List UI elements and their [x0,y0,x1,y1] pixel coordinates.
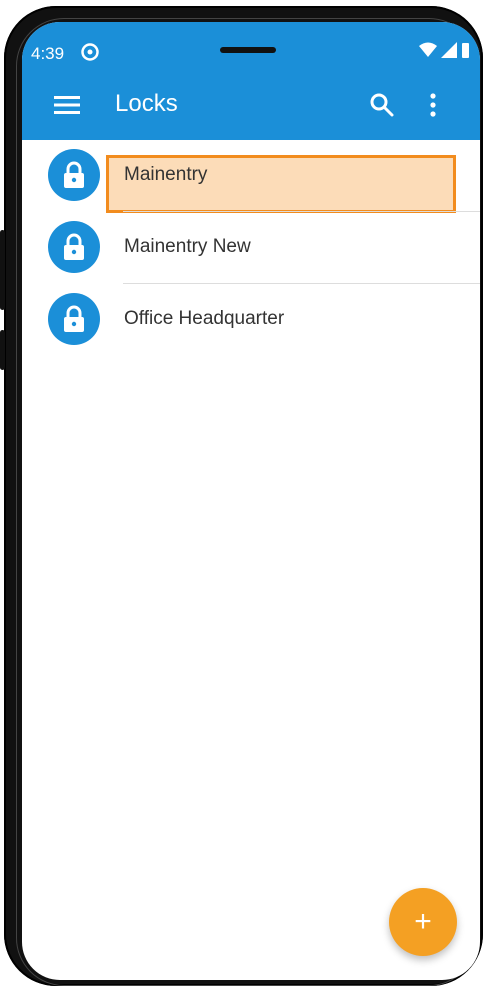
search-icon[interactable] [369,92,395,118]
status-bar: 4:39 [22,22,480,70]
lock-name: Mainentry New [124,236,251,257]
lock-name: Mainentry [124,164,208,185]
more-vert-icon[interactable] [426,92,440,118]
status-time: 4:39 [31,44,65,63]
add-lock-button[interactable]: + [389,888,457,956]
plus-icon: + [414,905,432,938]
signal-icon [441,42,457,58]
sync-icon [81,43,99,61]
lock-avatar [48,293,100,345]
lock-name: Office Headquarter [124,308,285,329]
lock-avatar [48,149,100,201]
wifi-icon [419,42,437,57]
lock-icon [64,233,84,260]
page-title: Locks [115,90,178,117]
lock-avatar [48,221,100,273]
lock-icon [64,305,84,332]
phone-side-button [0,330,5,370]
camera-notch [220,47,276,53]
menu-icon[interactable] [54,94,80,116]
app-bar: Locks [22,70,480,140]
list-item[interactable]: Mainentry [22,140,480,213]
phone-side-button [0,230,5,310]
battery-icon [462,43,469,58]
list-item[interactable]: Mainentry New [22,212,480,284]
status-icons [419,42,470,58]
lock-icon [64,161,84,188]
list-item[interactable]: Office Headquarter [22,284,480,356]
phone-screen: 4:39 Locks Mainentry Mainentry New Offic… [22,22,480,980]
